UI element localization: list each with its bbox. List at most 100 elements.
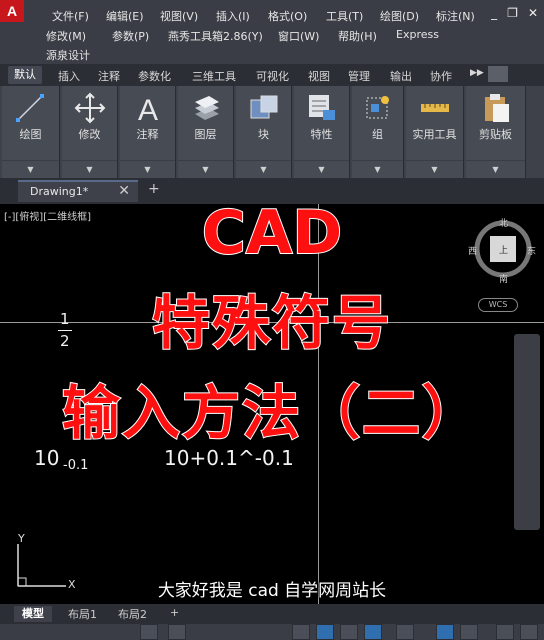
fullscreen-icon[interactable] xyxy=(520,624,538,640)
ribbon-tab-bar: 默认 插入 注释 参数化 三维工具 可视化 视图 管理 输出 协作 ▶▶ xyxy=(0,64,544,86)
viewcube-east[interactable]: 东 xyxy=(527,244,536,257)
app-logo-icon[interactable]: A xyxy=(0,0,24,22)
wcs-menu[interactable]: WCS xyxy=(478,298,518,312)
chevron-down-icon[interactable]: ▼ xyxy=(120,165,175,174)
chevron-down-icon[interactable]: ▼ xyxy=(2,165,59,174)
panel-group[interactable]: 组 ▼ xyxy=(352,86,404,178)
polar-tracking-icon[interactable] xyxy=(364,624,382,640)
new-tab-button[interactable]: + xyxy=(148,181,160,197)
menu-yuanquan-design[interactable]: 源泉设计 xyxy=(46,47,90,63)
overlay-title-input-method: 输入方法（二） xyxy=(61,378,482,448)
layout-tab-bar: 模型 布局1 布局2 + xyxy=(0,604,544,624)
viewcube-top[interactable]: 上 xyxy=(499,243,508,256)
tab-model[interactable]: 模型 xyxy=(14,606,52,622)
viewcube-north[interactable]: 北 xyxy=(499,216,508,229)
menu-file[interactable]: 文件(F) xyxy=(52,8,89,24)
tab-3d-tools[interactable]: 三维工具 xyxy=(192,68,236,84)
panel-modify-label: 修改 xyxy=(78,128,101,141)
chevron-down-icon[interactable]: ▼ xyxy=(236,165,291,174)
close-icon[interactable]: ✕ xyxy=(528,6,538,20)
tab-manage[interactable]: 管理 xyxy=(348,68,370,84)
menu-insert[interactable]: 插入(I) xyxy=(216,8,250,24)
chevron-down-icon[interactable]: ▼ xyxy=(62,165,117,174)
chevron-down-icon[interactable]: ▼ xyxy=(294,165,349,174)
panel-properties-label: 特性 xyxy=(310,128,333,141)
panel-annotate-label: 注释 xyxy=(136,128,159,141)
tab-view[interactable]: 视图 xyxy=(308,68,330,84)
chevron-down-icon[interactable]: ▼ xyxy=(352,165,403,174)
menu-yanxiu-toolbox[interactable]: 燕秀工具箱2.86(Y) xyxy=(168,28,263,44)
isodraft-icon[interactable] xyxy=(396,624,414,640)
menu-parametric[interactable]: 参数(P) xyxy=(112,28,149,44)
snap-icon[interactable] xyxy=(292,624,310,640)
file-tab-bar: Drawing1* ✕ + xyxy=(0,178,544,204)
add-layout-button[interactable]: + xyxy=(170,606,179,619)
chevron-down-icon[interactable]: ▼ xyxy=(178,165,233,174)
tab-parametric[interactable]: 参数化 xyxy=(138,68,171,84)
move-arrows-icon xyxy=(74,92,105,124)
tab-output[interactable]: 输出 xyxy=(390,68,412,84)
panel-utilities[interactable]: 实用工具 ▼ xyxy=(406,86,464,178)
video-subtitle: 大家好我是 cad 自学网周站长 xyxy=(157,581,387,601)
panel-utilities-label: 实用工具 xyxy=(412,128,457,141)
panel-block[interactable]: 块 ▼ xyxy=(236,86,292,178)
tab-insert[interactable]: 插入 xyxy=(58,68,80,84)
drawing-canvas[interactable]: [-][俯视][二维线框] 1 2 10 -0.1 10+0.1^-0.1 CA… xyxy=(0,204,544,604)
ortho-icon[interactable] xyxy=(340,624,358,640)
close-tab-icon[interactable]: ✕ xyxy=(118,183,130,199)
panel-properties[interactable]: 特性 ▼ xyxy=(294,86,350,178)
menu-bar: A 文件(F) 编辑(E) 视图(V) 插入(I) 格式(O) 工具(T) 绘图… xyxy=(0,0,544,64)
lineweight-icon[interactable] xyxy=(460,624,478,640)
panel-block-label: 块 xyxy=(258,128,269,141)
overlay-title-cad: CAD xyxy=(201,204,343,269)
layers-icon xyxy=(194,96,219,120)
drawing-tab[interactable]: Drawing1* ✕ xyxy=(18,180,138,202)
menu-express[interactable]: Express xyxy=(396,28,439,41)
panel-layers[interactable]: 图层 ▼ xyxy=(178,86,234,178)
menu-format[interactable]: 格式(O) xyxy=(268,8,307,24)
tab-layout1[interactable]: 布局1 xyxy=(68,606,97,622)
restore-icon[interactable]: ❐ xyxy=(507,6,518,20)
menu-window[interactable]: 窗口(W) xyxy=(278,28,319,44)
svg-text:A: A xyxy=(137,94,157,124)
menu-dimension[interactable]: 标注(N) xyxy=(436,8,475,24)
minimize-icon[interactable]: _ xyxy=(491,6,497,20)
ucs-y-label: Y xyxy=(18,532,25,545)
viewcube[interactable]: 北 南 东 西 上 xyxy=(468,216,536,285)
menu-help[interactable]: 帮助(H) xyxy=(338,28,377,44)
tab-annotate[interactable]: 注释 xyxy=(98,68,120,84)
menu-view[interactable]: 视图(V) xyxy=(160,8,198,24)
window-controls: _ ❐ ✕ xyxy=(491,6,538,20)
panel-layers-label: 图层 xyxy=(194,128,217,141)
group-icon xyxy=(366,96,389,119)
infer-constraints-icon[interactable] xyxy=(316,624,334,640)
panel-group-label: 组 xyxy=(372,128,383,141)
measure-ruler-icon xyxy=(420,104,449,112)
menu-modify[interactable]: 修改(M) xyxy=(46,28,86,44)
ribbon-more-icon[interactable]: ▶▶ xyxy=(470,68,484,78)
ribbon-toggle-icon[interactable] xyxy=(488,66,508,82)
viewcube-west[interactable]: 西 xyxy=(468,244,477,257)
model-space-icon[interactable] xyxy=(140,624,158,640)
menu-edit[interactable]: 编辑(E) xyxy=(106,8,144,24)
panel-clipboard[interactable]: 剪贴板 ▼ xyxy=(466,86,526,178)
menu-draw[interactable]: 绘图(D) xyxy=(380,8,419,24)
tab-visualize[interactable]: 可视化 xyxy=(256,68,289,84)
chevron-down-icon[interactable]: ▼ xyxy=(406,165,463,174)
navigation-bar[interactable] xyxy=(514,334,540,530)
tab-layout2[interactable]: 布局2 xyxy=(118,606,147,622)
drawing-tab-label: Drawing1* xyxy=(30,185,89,198)
tab-collaborate[interactable]: 协作 xyxy=(430,68,452,84)
ribbon: 绘图 ▼ 修改 ▼ A 注释 ▼ 图层 ▼ 块 ▼ 特性 ▼ 组 ▼ 实用工具 … xyxy=(0,86,544,178)
menu-tools[interactable]: 工具(T) xyxy=(326,8,363,24)
grid-icon[interactable] xyxy=(168,624,186,640)
panel-modify[interactable]: 修改 ▼ xyxy=(62,86,118,178)
object-snap-icon[interactable] xyxy=(436,624,454,640)
tab-default[interactable]: 默认 xyxy=(8,66,42,84)
viewcube-south[interactable]: 南 xyxy=(499,272,508,285)
line-draw-icon xyxy=(15,94,44,122)
panel-annotate[interactable]: A 注释 ▼ xyxy=(120,86,176,178)
panel-draw[interactable]: 绘图 ▼ xyxy=(2,86,60,178)
customize-icon[interactable] xyxy=(496,624,514,640)
chevron-down-icon[interactable]: ▼ xyxy=(466,165,525,174)
